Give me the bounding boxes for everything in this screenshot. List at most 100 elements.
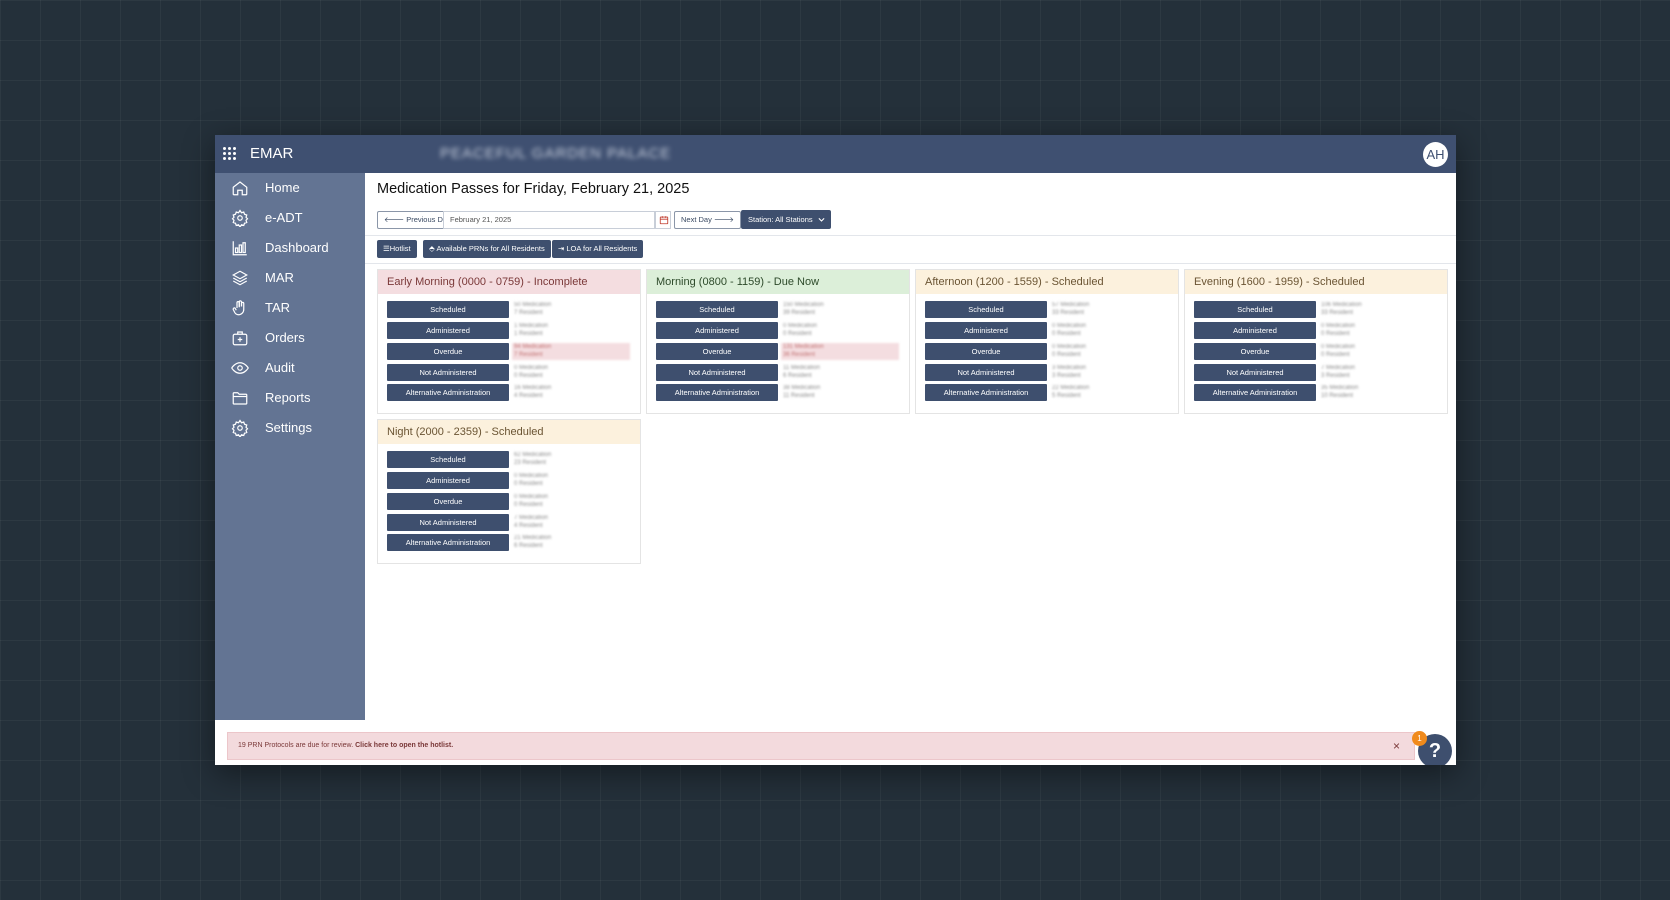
overdue-count: 131 Medication 36 Resident: [781, 343, 899, 360]
administered-button[interactable]: Administered: [387, 472, 509, 489]
pass-title: Morning (0800 - 1159) - Due Now: [647, 270, 909, 294]
overdue-button[interactable]: Overdue: [387, 493, 509, 510]
alternative-administration-count: 38 Medication 11 Resident: [783, 385, 821, 399]
next-day-label: Next Day: [681, 215, 712, 224]
overdue-button[interactable]: Overdue: [925, 343, 1047, 360]
sidebar-item-home[interactable]: Home: [215, 173, 365, 203]
sidebar-item-settings[interactable]: Settings: [215, 413, 365, 443]
scheduled-button[interactable]: Scheduled: [387, 451, 509, 468]
pass-card-evening: Evening (1600 - 1959) - Scheduled Schedu…: [1184, 269, 1448, 414]
hand-icon: [232, 300, 245, 316]
administered-button[interactable]: Administered: [656, 322, 778, 339]
scheduled-count: 62 Medication 23 Resident: [514, 452, 552, 466]
sidebar-item-mar[interactable]: MAR: [215, 263, 365, 293]
arrow-right-icon: 🡒: [711, 215, 735, 224]
app-title: EMAR: [250, 145, 294, 162]
gear-icon: [231, 209, 249, 227]
not-administered-count: 0 Medication 0 Resident: [514, 365, 549, 379]
alternative-administration-button[interactable]: Alternative Administration: [656, 384, 778, 401]
administered-button[interactable]: Administered: [925, 322, 1047, 339]
pass-title: Early Morning (0000 - 0759) - Incomplete: [378, 270, 640, 294]
scheduled-button[interactable]: Scheduled: [387, 301, 509, 318]
loa-button[interactable]: ⇥ LOA for All Residents: [552, 240, 644, 258]
notification-badge: 1: [1412, 731, 1427, 746]
user-avatar[interactable]: AH: [1423, 142, 1448, 167]
next-day-button[interactable]: Next Day 🡒: [674, 211, 742, 229]
alternative-administration-button[interactable]: Alternative Administration: [925, 384, 1047, 401]
overdue-button[interactable]: Overdue: [387, 343, 509, 360]
not-administered-count: 3 Medication 3 Resident: [1052, 365, 1087, 379]
overdue-count: 0 Medication 0 Resident: [514, 494, 549, 508]
emar-window: EMAR PEACEFUL GARDEN PALACE AH Home e-AD…: [215, 135, 1456, 765]
eye-icon: [231, 362, 249, 374]
loa-label: LOA for All Residents: [566, 244, 638, 253]
sidebar-item-label: Dashboard: [265, 240, 329, 255]
list-icon: ☰: [383, 244, 390, 253]
available-prns-button[interactable]: ⬘ Available PRNs for All Residents: [423, 240, 551, 258]
administered-count: 0 Medication 0 Resident: [514, 473, 549, 487]
overdue-count: 0 Medication 0 Resident: [1052, 344, 1087, 358]
not-administered-count: 11 Medication 6 Resident: [783, 365, 820, 379]
close-icon[interactable]: ×: [1393, 733, 1400, 759]
hotlist-button[interactable]: ☰Hotlist: [377, 240, 417, 258]
sidebar-item-label: e-ADT: [265, 210, 303, 225]
not-administered-button[interactable]: Not Administered: [387, 514, 509, 531]
alternative-administration-button[interactable]: Alternative Administration: [387, 384, 509, 401]
pass-card-morning: Morning (0800 - 1159) - Due Now Schedule…: [646, 269, 910, 414]
pass-card-night: Night (2000 - 2359) - Scheduled Schedule…: [377, 419, 641, 564]
divider: [365, 235, 1456, 236]
alternative-administration-button[interactable]: Alternative Administration: [1194, 384, 1316, 401]
scheduled-count: 106 Medication 33 Resident: [1321, 302, 1362, 316]
date-input[interactable]: February 21, 2025: [443, 211, 655, 229]
apps-grid-icon[interactable]: [223, 147, 237, 161]
sidebar-item-e-adt[interactable]: e-ADT: [215, 203, 365, 233]
scheduled-button[interactable]: Scheduled: [656, 301, 778, 318]
alternative-administration-count: 35 Medication 10 Resident: [1321, 385, 1359, 399]
bar-chart-icon: [232, 241, 247, 256]
administered-count: 0 Medication 0 Resident: [1052, 323, 1087, 337]
sidebar-item-dashboard[interactable]: Dashboard: [215, 233, 365, 263]
not-administered-button[interactable]: Not Administered: [925, 364, 1047, 381]
sidebar-item-reports[interactable]: Reports: [215, 383, 365, 413]
sidebar-item-tar[interactable]: TAR: [215, 293, 365, 323]
overdue-count: 94 Medication 7 Resident: [512, 343, 630, 360]
alert-text: 19 PRN Protocols are due for review.: [238, 742, 354, 749]
pass-card-early-morning: Early Morning (0000 - 0759) - Incomplete…: [377, 269, 641, 414]
home-icon: [232, 181, 248, 196]
overdue-button[interactable]: Overdue: [1194, 343, 1316, 360]
scheduled-button[interactable]: Scheduled: [1194, 301, 1316, 318]
top-bar: EMAR PEACEFUL GARDEN PALACE AH: [215, 135, 1456, 173]
calendar-icon: [659, 216, 669, 225]
overdue-button[interactable]: Overdue: [656, 343, 778, 360]
pass-title: Afternoon (1200 - 1559) - Scheduled: [916, 270, 1178, 294]
open-hotlist-link[interactable]: Click here to open the hotlist.: [355, 742, 453, 749]
sidebar-item-audit[interactable]: Audit: [215, 353, 365, 383]
pass-title: Evening (1600 - 1959) - Scheduled: [1185, 270, 1447, 294]
chevron-down-icon: [818, 217, 825, 222]
station-select[interactable]: Station: All Stations: [741, 210, 831, 229]
administered-button[interactable]: Administered: [387, 322, 509, 339]
alternative-administration-count: 21 Medication 6 Resident: [514, 535, 552, 549]
administered-button[interactable]: Administered: [1194, 322, 1316, 339]
main-content: Medication Passes for Friday, February 2…: [365, 173, 1456, 720]
folder-icon: [232, 392, 248, 405]
pass-card-afternoon: Afternoon (1200 - 1559) - Scheduled Sche…: [915, 269, 1179, 414]
arrow-left-icon: 🡐: [384, 215, 407, 224]
gear-icon: [231, 419, 249, 437]
alternative-administration-count: 22 Medication 5 Resident: [1052, 385, 1090, 399]
not-administered-count: 7 Medication 3 Resident: [1321, 365, 1356, 379]
page-title: Medication Passes for Friday, February 2…: [377, 181, 690, 197]
calendar-button[interactable]: [655, 211, 671, 229]
scheduled-count: 150 Medication 39 Resident: [783, 302, 824, 316]
not-administered-button[interactable]: Not Administered: [1194, 364, 1316, 381]
not-administered-button[interactable]: Not Administered: [387, 364, 509, 381]
administered-count: 0 Medication 0 Resident: [1321, 323, 1356, 337]
layers-icon: [232, 270, 248, 286]
alternative-administration-button[interactable]: Alternative Administration: [387, 534, 509, 551]
scheduled-count: 50 Medication 7 Resident: [514, 302, 552, 316]
scheduled-button[interactable]: Scheduled: [925, 301, 1047, 318]
sidebar-item-label: Orders: [265, 330, 305, 345]
not-administered-button[interactable]: Not Administered: [656, 364, 778, 381]
sidebar-item-label: Audit: [265, 360, 295, 375]
sidebar-item-orders[interactable]: Orders: [215, 323, 365, 353]
